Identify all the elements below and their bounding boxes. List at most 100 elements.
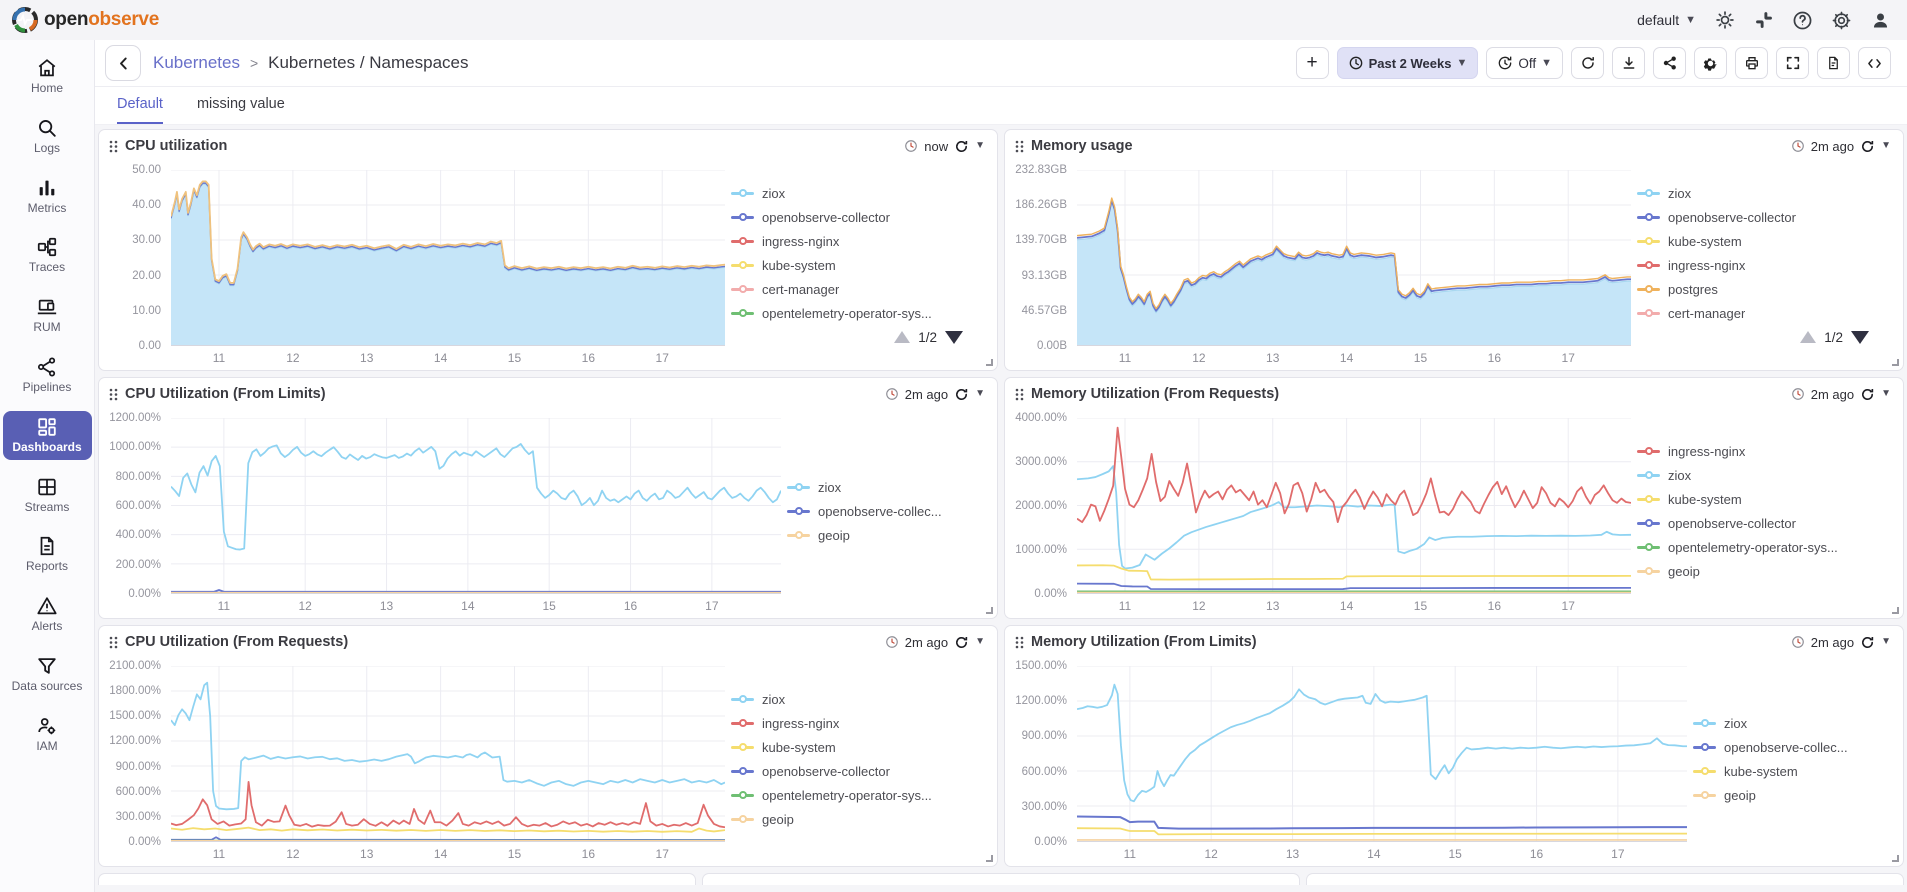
panel-menu-chevron-icon[interactable]: ▼ (975, 141, 985, 151)
panel-menu-chevron-icon[interactable]: ▼ (1881, 389, 1891, 399)
print-button[interactable] (1735, 47, 1768, 79)
drag-handle-icon[interactable] (1015, 140, 1024, 153)
sidebar-item-streams[interactable]: Streams (3, 471, 92, 520)
sidebar-item-reports[interactable]: Reports (3, 530, 92, 579)
sidebar-item-metrics[interactable]: Metrics (3, 172, 92, 221)
org-selector[interactable]: default ▼ (1637, 12, 1696, 28)
back-button[interactable] (105, 45, 141, 81)
sidebar-item-home[interactable]: Home (3, 52, 92, 101)
drag-handle-icon[interactable] (109, 140, 118, 153)
chart-plot-area[interactable]: 0.00%300.00%600.00%900.00%1200.00%1500.0… (107, 656, 731, 862)
panel-refresh-icon[interactable] (954, 387, 969, 402)
legend-item-kube-system[interactable]: kube-system (1637, 230, 1895, 253)
legend-item-kube-system[interactable]: kube-system (731, 254, 989, 277)
legend-item-ingress-nginx[interactable]: ingress-nginx (731, 230, 989, 253)
chart-plot-area[interactable]: 0.00%300.00%600.00%900.00%1200.00%1500.0… (1013, 656, 1693, 862)
legend-item-ziox[interactable]: ziox (787, 476, 989, 499)
sidebar-item-dashboards[interactable]: Dashboards (3, 411, 92, 460)
sidebar-item-traces[interactable]: Traces (3, 231, 92, 280)
panel-menu-chevron-icon[interactable]: ▼ (975, 389, 985, 399)
legend-item-kube-system[interactable]: kube-system (1637, 488, 1895, 511)
legend-item-geoip[interactable]: geoip (731, 808, 989, 831)
legend-item-opentelemetry-operator-sys-[interactable]: opentelemetry-operator-sys... (731, 302, 989, 325)
legend-item-openobserve-collector[interactable]: openobserve-collector (731, 760, 989, 783)
theme-toggle-sun-icon[interactable] (1714, 10, 1735, 31)
drag-handle-icon[interactable] (109, 388, 118, 401)
sidebar-item-pipelines[interactable]: Pipelines (3, 351, 92, 400)
panel-menu-chevron-icon[interactable]: ▼ (1881, 637, 1891, 647)
drag-handle-icon[interactable] (1015, 636, 1024, 649)
legend-item-kube-system[interactable]: kube-system (731, 736, 989, 759)
tab-default[interactable]: Default (117, 96, 163, 124)
legend-item-ingress-nginx[interactable]: ingress-nginx (1637, 254, 1895, 277)
tab-missing-value[interactable]: missing value (197, 96, 285, 124)
legend-item-openobserve-collector[interactable]: openobserve-collector (731, 206, 989, 229)
legend-item-opentelemetry-operator-sys-[interactable]: opentelemetry-operator-sys... (731, 784, 989, 807)
legend-item-ziox[interactable]: ziox (731, 182, 989, 205)
legend-page-up-icon[interactable] (894, 331, 910, 343)
legend-item-openobserve-collector[interactable]: openobserve-collector (1637, 512, 1895, 535)
chart-canvas[interactable] (1077, 666, 1687, 841)
account-user-icon[interactable] (1870, 10, 1891, 31)
legend-item-geoip[interactable]: geoip (1693, 784, 1895, 807)
legend-page-up-icon[interactable] (1800, 331, 1816, 343)
query-inspector-button[interactable] (1858, 47, 1891, 79)
panel-resize-handle[interactable] (986, 359, 993, 366)
drag-handle-icon[interactable] (1015, 388, 1024, 401)
fullscreen-button[interactable] (1776, 47, 1809, 79)
chart-canvas[interactable] (1077, 170, 1631, 345)
panel-resize-handle[interactable] (1892, 359, 1899, 366)
integrations-slack-icon[interactable] (1753, 10, 1774, 31)
legend-item-kube-system[interactable]: kube-system (1693, 760, 1895, 783)
help-icon[interactable] (1792, 10, 1813, 31)
sidebar-item-data-sources[interactable]: Data sources (3, 650, 92, 699)
panel-refresh-icon[interactable] (954, 635, 969, 650)
panel-menu-chevron-icon[interactable]: ▼ (975, 637, 985, 647)
legend-item-openobserve-collec-[interactable]: openobserve-collec... (787, 500, 989, 523)
panel-resize-handle[interactable] (1892, 855, 1899, 862)
panel-refresh-icon[interactable] (1860, 139, 1875, 154)
legend-item-ingress-nginx[interactable]: ingress-nginx (731, 712, 989, 735)
chart-plot-area[interactable]: 0.00%200.00%400.00%600.00%800.00%1000.00… (107, 408, 787, 614)
legend-item-geoip[interactable]: geoip (1637, 560, 1895, 583)
sidebar-item-logs[interactable]: Logs (3, 112, 92, 161)
drag-handle-icon[interactable] (109, 636, 118, 649)
add-panel-button[interactable]: + (1296, 47, 1329, 79)
sidebar-item-rum[interactable]: RUM (3, 291, 92, 340)
export-json-button[interactable] (1817, 47, 1850, 79)
chart-canvas[interactable] (171, 170, 725, 345)
panel-refresh-icon[interactable] (954, 139, 969, 154)
panel-resize-handle[interactable] (986, 855, 993, 862)
chart-canvas[interactable] (1077, 418, 1631, 593)
panel-resize-handle[interactable] (986, 607, 993, 614)
auto-refresh-selector[interactable]: Off ▼ (1486, 47, 1563, 79)
legend-item-ingress-nginx[interactable]: ingress-nginx (1637, 440, 1895, 463)
legend-item-ziox[interactable]: ziox (731, 688, 989, 711)
legend-item-openobserve-collec-[interactable]: openobserve-collec... (1693, 736, 1895, 759)
share-button[interactable] (1653, 47, 1686, 79)
legend-item-cert-manager[interactable]: cert-manager (731, 278, 989, 301)
legend-page-down-icon[interactable] (945, 331, 963, 344)
legend-item-opentelemetry-operator-sys-[interactable]: opentelemetry-operator-sys... (1637, 536, 1895, 559)
legend-item-ziox[interactable]: ziox (1637, 182, 1895, 205)
download-button[interactable] (1612, 47, 1645, 79)
breadcrumb-parent-link[interactable]: Kubernetes (153, 53, 240, 73)
legend-item-cert-manager[interactable]: cert-manager (1637, 302, 1895, 325)
panel-menu-chevron-icon[interactable]: ▼ (1881, 141, 1891, 151)
legend-item-ziox[interactable]: ziox (1637, 464, 1895, 487)
legend-item-ziox[interactable]: ziox (1693, 712, 1895, 735)
refresh-button[interactable] (1571, 47, 1604, 79)
chart-plot-area[interactable]: 0.0010.0020.0030.0040.0050.0011121314151… (107, 160, 731, 366)
chart-canvas[interactable] (171, 418, 781, 593)
panel-refresh-icon[interactable] (1860, 635, 1875, 650)
legend-item-geoip[interactable]: geoip (787, 524, 989, 547)
legend-item-postgres[interactable]: postgres (1637, 278, 1895, 301)
panel-resize-handle[interactable] (1892, 607, 1899, 614)
time-range-selector[interactable]: Past 2 Weeks ▼ (1337, 47, 1479, 79)
legend-page-down-icon[interactable] (1851, 331, 1869, 344)
sidebar-item-alerts[interactable]: Alerts (3, 590, 92, 639)
panel-refresh-icon[interactable] (1860, 387, 1875, 402)
dashboard-settings-button[interactable] (1694, 47, 1727, 79)
chart-plot-area[interactable]: 0.00B46.57GB93.13GB139.70GB186.26GB232.8… (1013, 160, 1637, 366)
sidebar-item-iam[interactable]: IAM (3, 710, 92, 759)
